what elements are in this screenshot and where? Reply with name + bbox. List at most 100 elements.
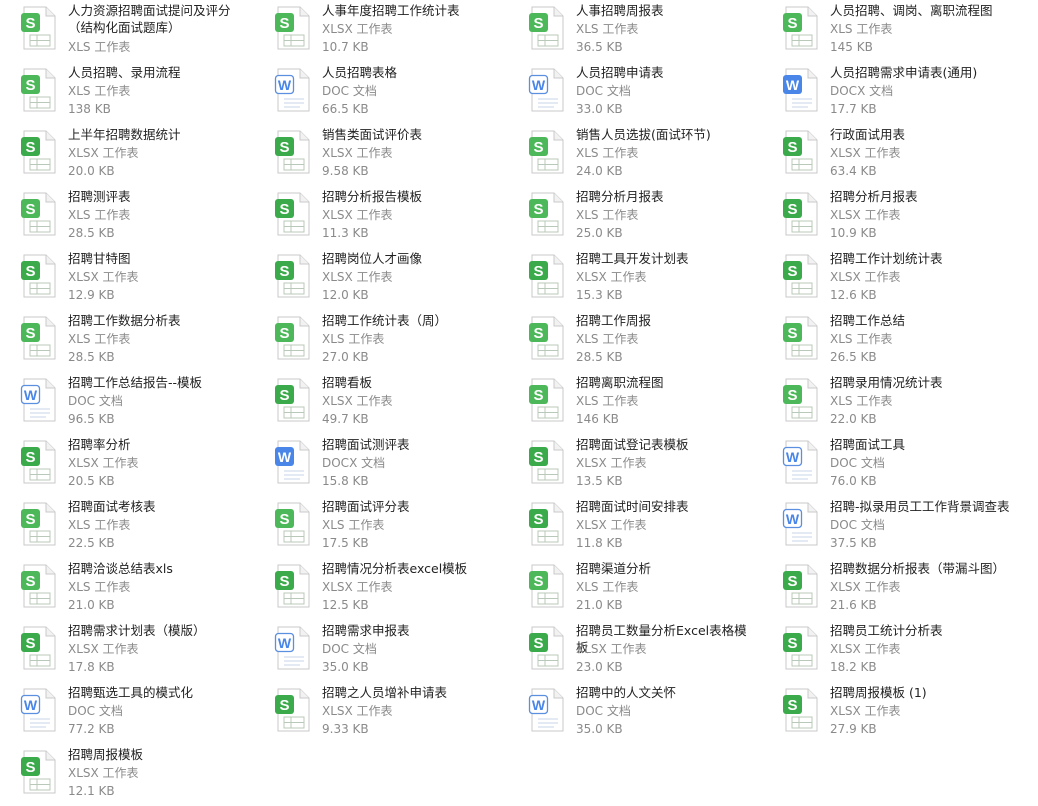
file-name: 招聘测评表 — [68, 189, 131, 204]
file-type: XLS 工作表 — [576, 580, 639, 594]
file-type: XLS 工作表 — [576, 146, 639, 160]
file-type: DOC 文档 — [576, 704, 631, 718]
file-item[interactable]: S 招聘周报模板 XLSX 工作表 12.1 KB — [0, 746, 250, 806]
file-name: 招聘-拟录用员工工作背景调查表 — [830, 499, 1010, 514]
file-item[interactable]: S 招聘需求计划表（模版） XLSX 工作表 17.8 KB — [0, 622, 250, 682]
file-item[interactable]: S 销售人员选拔(面试环节) XLS 工作表 24.0 KB — [508, 126, 758, 186]
file-item[interactable]: S 招聘分析报告模板 XLSX 工作表 11.3 KB — [254, 188, 504, 248]
file-item[interactable]: W 招聘需求申报表 DOC 文档 35.0 KB — [254, 622, 504, 682]
file-item[interactable]: S 招聘之人员增补申请表 XLSX 工作表 9.33 KB — [254, 684, 504, 744]
file-item[interactable]: S 招聘洽谈总结表xls XLS 工作表 21.0 KB — [0, 560, 250, 620]
svg-text:W: W — [278, 635, 292, 651]
file-item[interactable]: S 招聘工作计划统计表 XLSX 工作表 12.6 KB — [762, 250, 1012, 310]
file-name: 招聘需求申报表 — [322, 623, 410, 638]
file-name: 招聘甄选工具的模式化 — [68, 685, 194, 700]
spreadsheet-icon: S — [20, 316, 58, 360]
file-item[interactable]: S 销售类面试评价表 XLSX 工作表 9.58 KB — [254, 126, 504, 186]
svg-text:S: S — [533, 387, 543, 404]
file-item[interactable]: S 招聘工作总结 XLS 工作表 26.5 KB — [762, 312, 1012, 372]
file-item[interactable]: S 招聘分析月报表 XLSX 工作表 10.9 KB — [762, 188, 1012, 248]
file-item[interactable]: S 招聘工作数据分析表 XLS 工作表 28.5 KB — [0, 312, 250, 372]
file-item[interactable]: S 招聘分析月报表 XLS 工作表 25.0 KB — [508, 188, 758, 248]
file-size: 24.0 KB — [576, 164, 623, 178]
file-type: XLSX 工作表 — [576, 270, 647, 284]
file-item[interactable]: S 招聘面试考核表 XLS 工作表 22.5 KB — [0, 498, 250, 558]
file-item[interactable]: W 人员招聘需求申请表(通用) DOCX 文档 17.7 KB — [762, 64, 1012, 124]
file-item[interactable]: W 招聘-拟录用员工工作背景调查表 DOC 文档 37.5 KB — [762, 498, 1012, 558]
file-item[interactable]: S 人员招聘、录用流程 XLS 工作表 138 KB — [0, 64, 250, 124]
file-item[interactable]: S 招聘周报模板 (1) XLSX 工作表 27.9 KB — [762, 684, 1012, 744]
spreadsheet-icon: S — [782, 6, 820, 50]
file-item[interactable]: S 招聘面试评分表 XLS 工作表 17.5 KB — [254, 498, 504, 558]
file-item[interactable]: S 招聘面试时间安排表 XLSX 工作表 11.8 KB — [508, 498, 758, 558]
file-item[interactable]: W 招聘面试工具 DOC 文档 76.0 KB — [762, 436, 1012, 496]
file-item[interactable]: S 招聘工具开发计划表 XLSX 工作表 15.3 KB — [508, 250, 758, 310]
svg-text:S: S — [787, 635, 797, 652]
svg-text:S: S — [787, 573, 797, 590]
file-name: 招聘分析月报表 — [830, 189, 918, 204]
file-item[interactable]: W 人员招聘申请表 DOC 文档 33.0 KB — [508, 64, 758, 124]
file-item[interactable]: W 招聘甄选工具的模式化 DOC 文档 77.2 KB — [0, 684, 250, 744]
file-size: 37.5 KB — [830, 536, 877, 550]
file-name: 人事年度招聘工作统计表 — [322, 3, 460, 18]
file-item[interactable]: W 人员招聘表格 DOC 文档 66.5 KB — [254, 64, 504, 124]
file-name: 招聘甘特图 — [68, 251, 131, 266]
file-type: DOC 文档 — [322, 84, 377, 98]
file-item[interactable]: S 人事招聘周报表 XLS 工作表 36.5 KB — [508, 2, 758, 62]
file-size: 28.5 KB — [68, 226, 115, 240]
file-item[interactable]: S 招聘工作统计表（周） XLS 工作表 27.0 KB — [254, 312, 504, 372]
file-grid: S 人力资源招聘面试提问及评分（结构化面试题库） XLS 工作表 S 人事年度招聘… — [0, 0, 1038, 801]
file-size: 49.7 KB — [322, 412, 369, 426]
file-size: 138 KB — [68, 102, 111, 116]
file-size: 9.58 KB — [322, 164, 369, 178]
svg-text:S: S — [533, 139, 543, 156]
file-type: XLS 工作表 — [68, 208, 131, 222]
file-item[interactable]: S 招聘看板 XLSX 工作表 49.7 KB — [254, 374, 504, 434]
file-item[interactable]: S 招聘岗位人才画像 XLSX 工作表 12.0 KB — [254, 250, 504, 310]
file-item[interactable]: S 上半年招聘数据统计 XLSX 工作表 20.0 KB — [0, 126, 250, 186]
file-size: 35.0 KB — [322, 660, 369, 674]
file-item[interactable]: W 招聘中的人文关怀 DOC 文档 35.0 KB — [508, 684, 758, 744]
file-item[interactable]: S 人力资源招聘面试提问及评分（结构化面试题库） XLS 工作表 — [0, 2, 250, 62]
file-item[interactable]: S 招聘员工数量分析Excel表格模板 XLSX 工作表 23.0 KB — [508, 622, 758, 682]
file-item[interactable]: S 招聘面试登记表模板 XLSX 工作表 13.5 KB — [508, 436, 758, 496]
svg-text:S: S — [279, 573, 289, 590]
svg-text:S: S — [533, 449, 543, 466]
file-size: 17.7 KB — [830, 102, 877, 116]
file-size: 27.0 KB — [322, 350, 369, 364]
file-name: 招聘面试考核表 — [68, 499, 156, 514]
file-item[interactable]: W 招聘面试测评表 DOCX 文档 15.8 KB — [254, 436, 504, 496]
file-item[interactable]: S 招聘情况分析表excel模板 XLSX 工作表 12.5 KB — [254, 560, 504, 620]
file-size: 17.5 KB — [322, 536, 369, 550]
file-size: 66.5 KB — [322, 102, 369, 116]
file-item[interactable]: S 招聘员工统计分析表 XLSX 工作表 18.2 KB — [762, 622, 1012, 682]
file-size: 35.0 KB — [576, 722, 623, 736]
file-name: 人员招聘需求申请表(通用) — [830, 65, 978, 80]
file-type: XLS 工作表 — [576, 208, 639, 222]
spreadsheet-icon: S — [528, 192, 566, 236]
spreadsheet-icon: S — [274, 254, 312, 298]
svg-text:S: S — [25, 635, 35, 652]
file-name: 招聘周报模板 — [68, 747, 144, 762]
file-name: 招聘离职流程图 — [576, 375, 664, 390]
file-item[interactable]: S 招聘测评表 XLS 工作表 28.5 KB — [0, 188, 250, 248]
file-size: 63.4 KB — [830, 164, 877, 178]
file-size: 15.3 KB — [576, 288, 623, 302]
file-item[interactable]: S 人员招聘、调岗、离职流程图 XLS 工作表 145 KB — [762, 2, 1012, 62]
file-item[interactable]: S 行政面试用表 XLSX 工作表 63.4 KB — [762, 126, 1012, 186]
file-item[interactable]: S 招聘录用情况统计表 XLS 工作表 22.0 KB — [762, 374, 1012, 434]
spreadsheet-icon: S — [20, 254, 58, 298]
file-item[interactable]: W 招聘工作总结报告--模板 DOC 文档 96.5 KB — [0, 374, 250, 434]
file-name: 招聘面试登记表模板 — [576, 437, 689, 452]
file-item[interactable]: S 招聘率分析 XLSX 工作表 20.5 KB — [0, 436, 250, 496]
file-type: XLSX 工作表 — [68, 456, 139, 470]
file-item[interactable]: S 招聘甘特图 XLSX 工作表 12.9 KB — [0, 250, 250, 310]
file-type: XLS 工作表 — [830, 394, 893, 408]
file-item[interactable]: S 招聘数据分析报表（带漏斗图） XLSX 工作表 21.6 KB — [762, 560, 1012, 620]
file-item[interactable]: S 招聘离职流程图 XLS 工作表 146 KB — [508, 374, 758, 434]
file-size: 12.1 KB — [68, 784, 115, 798]
file-item[interactable]: S 招聘工作周报 XLS 工作表 28.5 KB — [508, 312, 758, 372]
file-item[interactable]: S 招聘渠道分析 XLS 工作表 21.0 KB — [508, 560, 758, 620]
file-item[interactable]: S 人事年度招聘工作统计表 XLSX 工作表 10.7 KB — [254, 2, 504, 62]
file-name: 招聘周报模板 (1) — [830, 685, 927, 700]
